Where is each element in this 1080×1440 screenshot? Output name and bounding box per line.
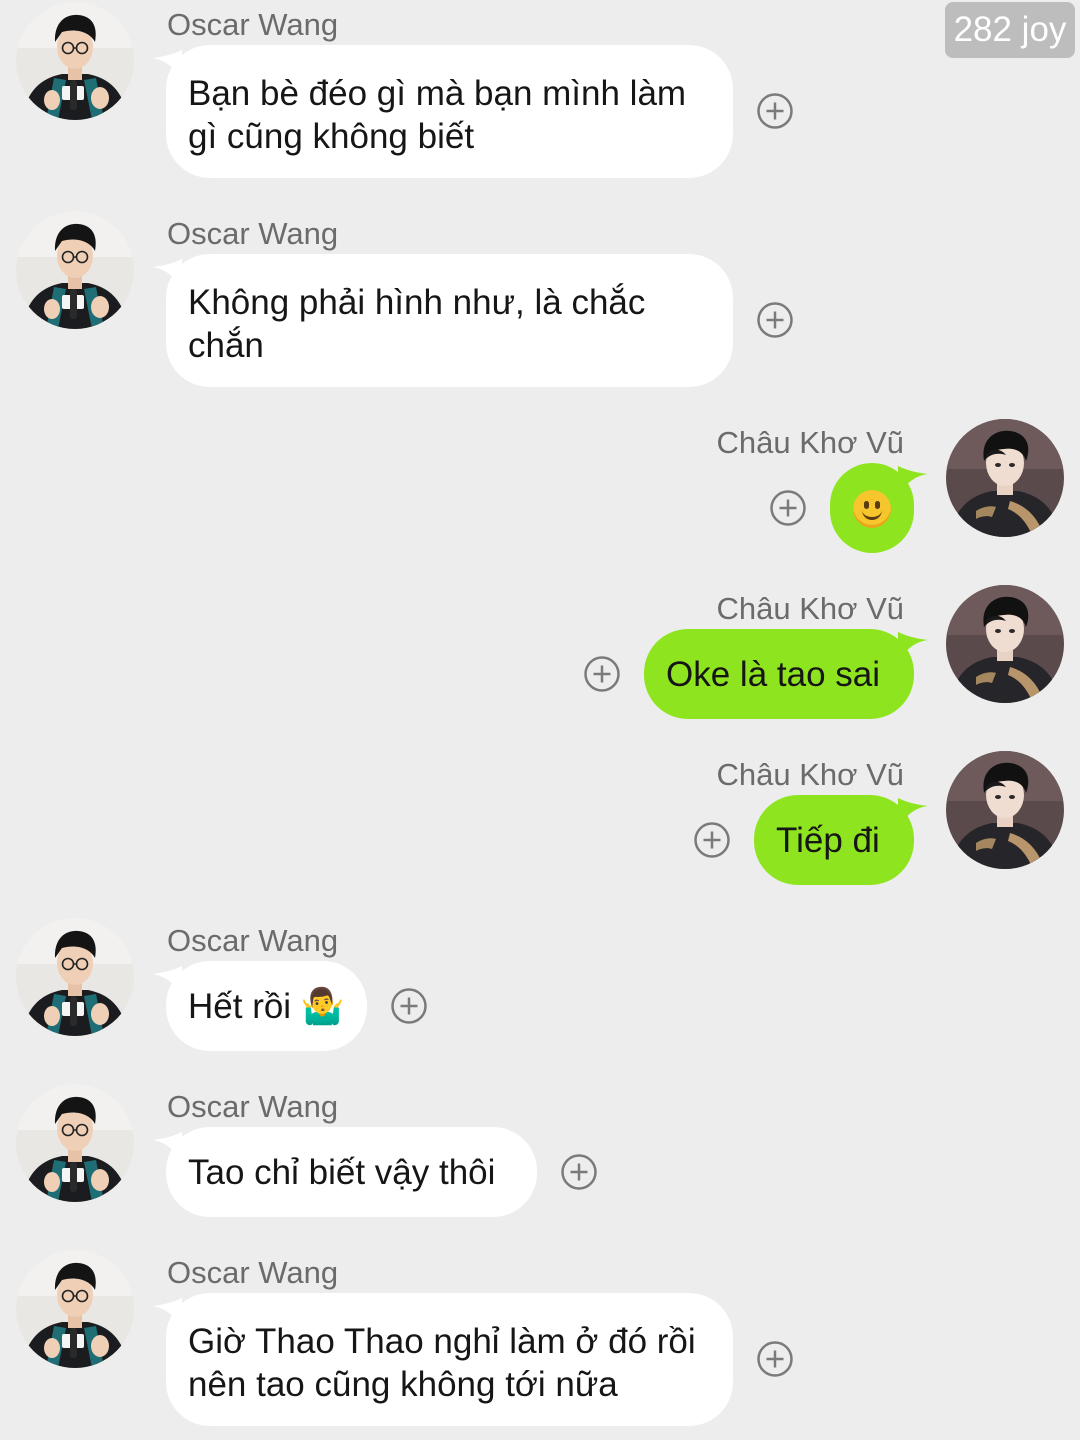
message-text: Giờ Thao Thao nghỉ làm ở đó rồi nên tao … (188, 1322, 696, 1404)
avatar-oscar-wang[interactable] (16, 918, 134, 1036)
sender-name: Oscar Wang (167, 1089, 339, 1124)
points-badge: 282 joy (945, 2, 1075, 58)
sender-name: Châu Khơ Vũ (716, 591, 905, 626)
plus-circle-icon[interactable] (769, 489, 807, 527)
avatar-chau-kho-vu[interactable] (946, 751, 1064, 869)
avatar-chau-kho-vu[interactable] (946, 419, 1064, 537)
message-bubble[interactable]: 🙂 (830, 463, 914, 553)
plus-circle-icon[interactable] (390, 987, 428, 1025)
avatar-oscar-wang[interactable] (16, 1250, 134, 1368)
avatar-oscar-wang[interactable] (16, 1084, 134, 1202)
message-bubble[interactable]: Tiếp đi (754, 795, 914, 885)
sender-name: Châu Khơ Vũ (716, 757, 905, 792)
sender-name: Oscar Wang (167, 1255, 339, 1290)
sender-name: Châu Khơ Vũ (716, 425, 905, 460)
message-bubble[interactable]: Không phải hình như, là chắc chắn (166, 254, 733, 387)
plus-circle-icon[interactable] (756, 1340, 794, 1378)
avatar-oscar-wang[interactable] (16, 211, 134, 329)
plus-circle-icon[interactable] (756, 92, 794, 130)
sender-name: Oscar Wang (167, 216, 339, 251)
message-text: Bạn bè đéo gì mà bạn mình làm gì cũng kh… (188, 74, 687, 156)
message-bubble[interactable]: Tao chỉ biết vậy thôi (166, 1127, 537, 1217)
plus-circle-icon[interactable] (583, 655, 621, 693)
message-bubble[interactable]: Bạn bè đéo gì mà bạn mình làm gì cũng kh… (166, 45, 733, 178)
message-bubble[interactable]: Oke là tao sai (644, 629, 914, 719)
message-text: Tao chỉ biết vậy thôi (188, 1153, 496, 1192)
message-text: Tiếp đi (776, 821, 880, 860)
sender-name: Oscar Wang (167, 923, 339, 958)
avatar-oscar-wang[interactable] (16, 2, 134, 120)
plus-circle-icon[interactable] (560, 1153, 598, 1191)
message-text: Không phải hình như, là chắc chắn (188, 283, 646, 365)
message-text: Oke là tao sai (666, 655, 880, 694)
message-bubble[interactable]: Hết rồi 🤷‍♂️ (166, 961, 367, 1051)
chat-thread[interactable]: 282 joy Oscar Wang Bạn bè đéo gì mà bạn … (0, 0, 1080, 1440)
message-bubble[interactable]: Giờ Thao Thao nghỉ làm ở đó rồi nên tao … (166, 1293, 733, 1426)
message-text: Hết rồi 🤷‍♂️ (188, 987, 345, 1026)
avatar-chau-kho-vu[interactable] (946, 585, 1064, 703)
plus-circle-icon[interactable] (693, 821, 731, 859)
sender-name: Oscar Wang (167, 7, 339, 42)
plus-circle-icon[interactable] (756, 301, 794, 339)
